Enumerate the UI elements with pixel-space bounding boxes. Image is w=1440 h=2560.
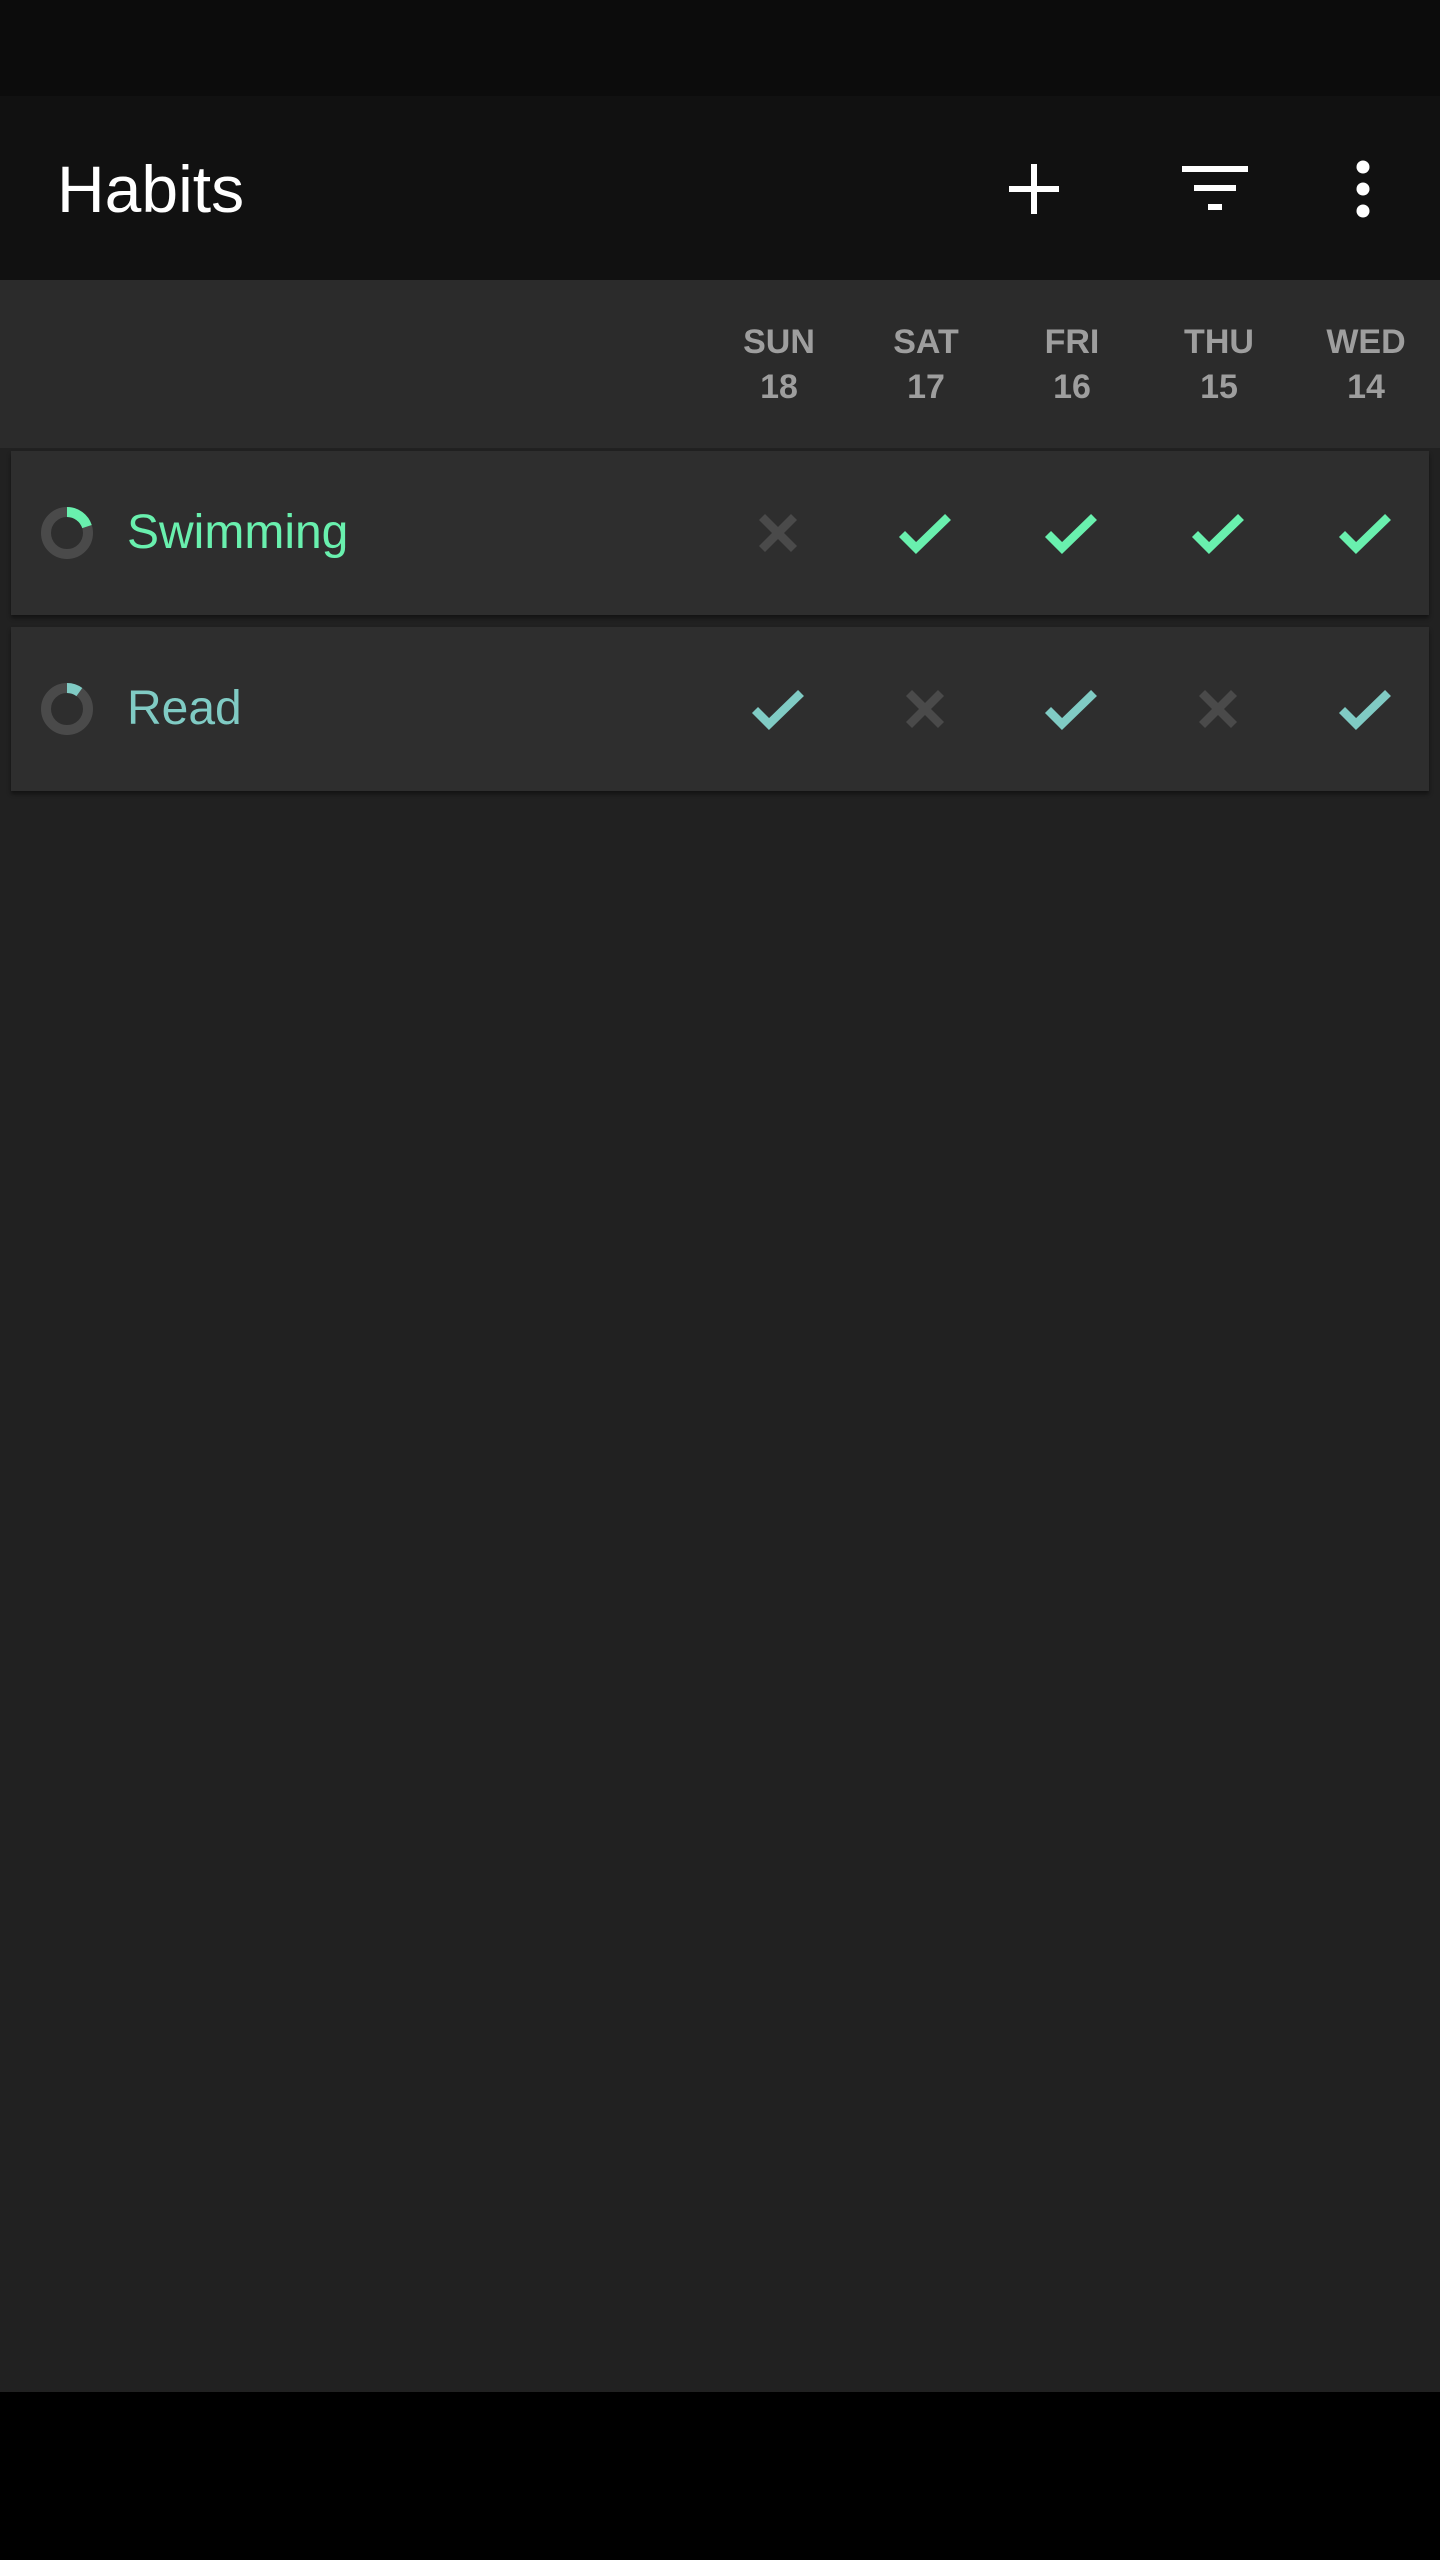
checkmark-toggle[interactable] <box>887 495 963 571</box>
day-header: WED 14 <box>1293 320 1439 410</box>
day-date: 17 <box>907 368 945 406</box>
cross-icon <box>758 513 798 553</box>
navigation-bar <box>0 2392 1440 2560</box>
checkmark-toggle[interactable] <box>1033 495 1109 571</box>
day-date: 18 <box>760 368 798 406</box>
checkmark-toggle[interactable] <box>740 495 816 571</box>
checkmark-toggle[interactable] <box>887 671 963 747</box>
checkmark-toggle[interactable] <box>1033 671 1109 747</box>
day-weekday: THU <box>1184 323 1254 361</box>
day-header: SAT 17 <box>853 320 999 410</box>
checkmark-toggle[interactable] <box>740 671 816 747</box>
filter-button[interactable] <box>1160 134 1270 244</box>
habit-score-ring <box>41 507 93 559</box>
app-screen: Habits SUN 18 SAT 17 FRI 16 THU 15 WED 1… <box>0 0 1440 2392</box>
day-header: THU 15 <box>1146 320 1292 410</box>
day-header: FRI 16 <box>999 320 1145 410</box>
check-icon <box>1338 689 1391 730</box>
filter-icon <box>1182 166 1248 210</box>
habit-score-ring <box>41 683 93 735</box>
page-title: Habits <box>57 152 245 226</box>
day-date: 14 <box>1347 368 1385 406</box>
habit-name: Read <box>127 682 242 735</box>
habit-card-read[interactable]: Read <box>11 627 1429 791</box>
habit-card-swimming[interactable]: Swimming <box>11 451 1429 615</box>
toolbar: Habits <box>0 96 1440 280</box>
cross-icon <box>1198 689 1238 729</box>
day-date: 15 <box>1200 368 1238 406</box>
day-weekday: SAT <box>893 323 959 361</box>
checkmark-toggle[interactable] <box>1327 671 1403 747</box>
check-icon <box>1338 513 1391 554</box>
check-icon <box>1044 689 1097 730</box>
day-weekday: WED <box>1326 323 1406 361</box>
more-vert-icon <box>1356 160 1370 218</box>
day-header: SUN 18 <box>706 320 852 410</box>
checkmark-toggle[interactable] <box>1327 495 1403 571</box>
checkmark-toggle[interactable] <box>1180 495 1256 571</box>
day-weekday: FRI <box>1044 323 1100 361</box>
overflow-menu-button[interactable] <box>1308 134 1418 244</box>
day-date: 16 <box>1053 368 1091 406</box>
add-habit-button[interactable] <box>979 134 1089 244</box>
day-header-row: SUN 18 SAT 17 FRI 16 THU 15 WED 14 <box>0 280 1440 448</box>
checkmark-toggle[interactable] <box>1180 671 1256 747</box>
habit-name: Swimming <box>127 506 349 559</box>
plus-icon <box>1009 164 1059 214</box>
check-icon <box>1191 513 1244 554</box>
cross-icon <box>905 689 945 729</box>
check-icon <box>1044 513 1097 554</box>
day-weekday: SUN <box>743 323 815 361</box>
check-icon <box>751 689 804 730</box>
status-bar <box>0 0 1440 96</box>
check-icon <box>898 513 951 554</box>
